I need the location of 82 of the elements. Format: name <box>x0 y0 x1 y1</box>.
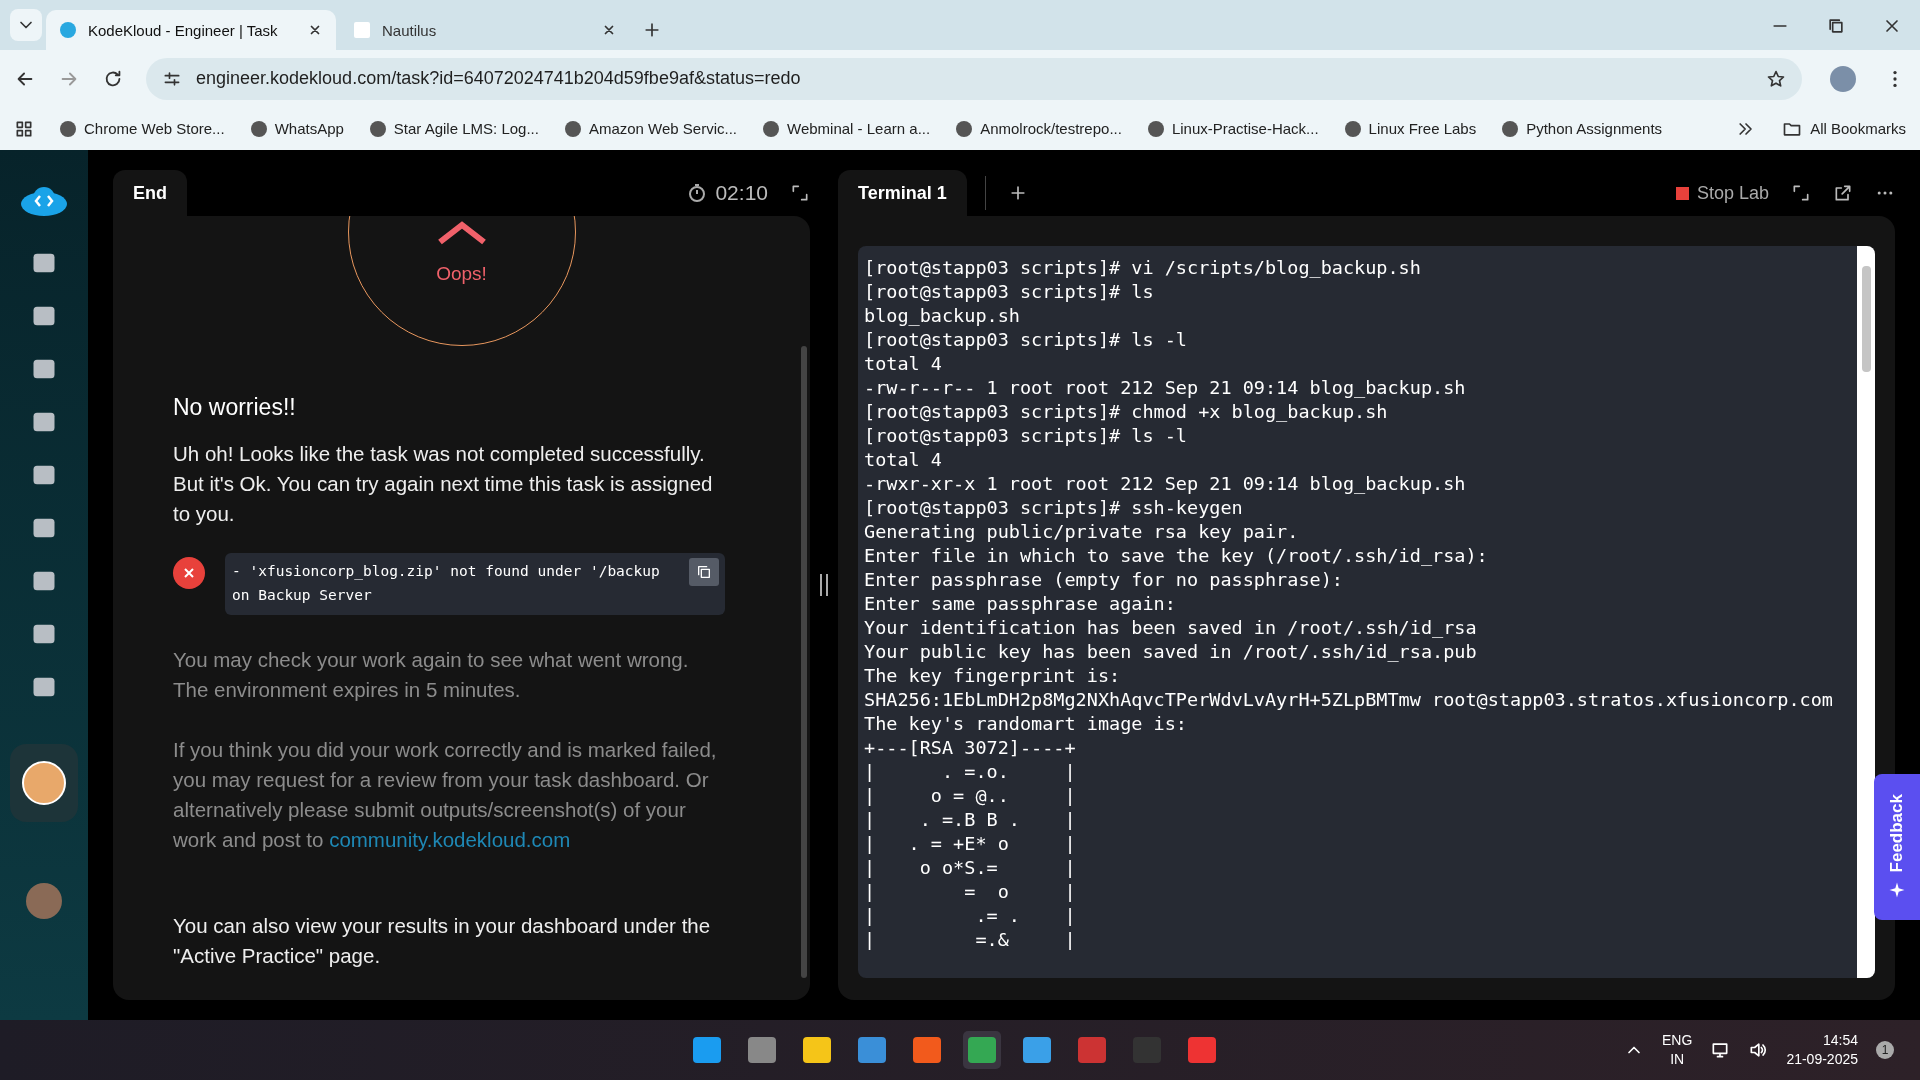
terminal-line: [root@stapp03 scripts]# vi /scripts/blog_backup.sh <box>864 256 1422 280</box>
resize-handle[interactable] <box>820 574 828 596</box>
notification-badge[interactable]: 1 <box>1876 1041 1894 1059</box>
terminal-line: | =.& | <box>864 928 1077 952</box>
close-tab-icon[interactable] <box>602 23 616 37</box>
all-bookmarks-link[interactable]: All Bookmarks <box>1782 118 1906 139</box>
bookmark-link[interactable]: Amazon Web Servic... <box>564 120 738 137</box>
community-link[interactable]: community.kodekloud.com <box>329 828 571 851</box>
bookmark-link[interactable]: WhatsApp <box>250 120 344 137</box>
tab-search-button[interactable] <box>10 9 42 41</box>
bookmark-link[interactable]: Chrome Web Store... <box>60 120 225 137</box>
profile-avatar[interactable] <box>1830 65 1856 92</box>
terminal-line: | . =.B B . | <box>864 808 1077 832</box>
avatar-circle[interactable] <box>22 761 66 805</box>
error-icon <box>173 557 205 589</box>
terminal-line: | .= . | <box>864 904 1077 928</box>
restore-icon[interactable] <box>1826 16 1846 36</box>
terminal-line: | . =.o. | <box>864 760 1077 784</box>
bookmark-link[interactable]: Linux Free Labs <box>1344 120 1477 137</box>
status-text: Oops! <box>436 263 487 285</box>
review-note: If you think you did your work correctly and is marked failed, you may request for a review from your task dashboard. Or alternatively please submit outputs/screenshot(s) of your work and post to community.kodekloud.com <box>173 737 718 853</box>
terminal-output[interactable] <box>858 246 1875 978</box>
language-indicator[interactable]: ENG IN <box>1662 1031 1693 1069</box>
bookmark-link[interactable]: Webminal - Learn a... <box>763 120 931 137</box>
terminal-tab[interactable]: Terminal 1 <box>838 170 967 216</box>
terminal-line: blog_backup.sh <box>864 304 1021 328</box>
terminal-line: | o = @.. | <box>864 784 1077 808</box>
terminal-line: [root@stapp03 scripts]# ssh-keygen <box>864 496 1244 520</box>
bookmark-link[interactable]: Linux-Practise-Hack... <box>1147 120 1319 137</box>
terminal-line: total 4 <box>864 352 943 376</box>
terminal-line: The key fingerprint is: <box>864 664 1122 688</box>
terminal-line: total 4 <box>864 448 943 472</box>
timer-text: 02:10 <box>715 181 768 205</box>
copy-button[interactable] <box>689 558 719 586</box>
results-note: You can also view your results in your dashboard under the "Active Practice" page. <box>173 913 712 969</box>
terminal-line: | . = +E* o | <box>864 832 1077 856</box>
terminal-line: -rwxr-xr-x 1 root root 212 Sep 21 09:14 blog_backup.sh <box>864 472 1467 496</box>
user-avatar[interactable] <box>26 883 62 919</box>
terminal-line: | o o*S.= | <box>864 856 1077 880</box>
terminal-line: Enter passphrase (empty for no passphrase): <box>864 568 1344 592</box>
terminal-line: [root@stapp03 scripts]# chmod +x blog_backup.sh <box>864 400 1389 424</box>
terminal-line: SHA256:1EbLmDH2p8Mg2NXhAqvcTPerWdvLvAyrH+5ZLpBMTmw root@stapp03.stratos.xfusioncorp.com <box>864 688 1834 712</box>
error-output: - 'xfusioncorp_blog.zip' not found under '/backup on Backup Server <box>225 553 725 615</box>
panel-tab[interactable]: End <box>113 170 187 216</box>
browser-tab[interactable]: Nautilus <box>340 10 630 50</box>
bookmark-link[interactable]: Python Assignments <box>1502 120 1663 137</box>
browser-tab[interactable]: KodeKloud - Engineer | Task <box>46 10 336 50</box>
terminal-line: | = o | <box>864 880 1077 904</box>
expand-icon[interactable] <box>790 183 810 203</box>
external-link-icon[interactable] <box>1833 183 1853 203</box>
terminal-line: -rw-r--r-- 1 root root 212 Sep 21 09:14 blog_backup.sh <box>864 376 1467 400</box>
close-tab-icon[interactable] <box>308 23 322 37</box>
scrollbar[interactable] <box>1857 246 1875 978</box>
result-message: Uh oh! Looks like the task was not completed successfully. But it's Ok. You can try again next time this task is assigned to you. <box>173 441 714 527</box>
terminal-line: Enter file in which to save the key (/root/.ssh/id_rsa): <box>864 544 1489 568</box>
expand-icon[interactable] <box>1791 183 1811 203</box>
bookmark-link[interactable]: Anmolrock/testrepo... <box>956 120 1122 137</box>
network-icon[interactable] <box>1710 1040 1731 1060</box>
terminal-line: Generating public/private rsa key pair. <box>864 520 1300 544</box>
terminal-line: The key's randomart image is: <box>864 712 1188 736</box>
stop-lab-button[interactable]: Stop Lab <box>1675 182 1769 204</box>
feedback-button[interactable]: Feedback <box>1874 774 1920 920</box>
terminal-line: [root@stapp03 scripts]# ls -l <box>864 328 1188 352</box>
terminal-line: Enter same passphrase again: <box>864 592 1177 616</box>
terminal-line: Your identification has been saved in /root/.ssh/id_rsa <box>864 616 1478 640</box>
terminal-line: +---[RSA 3072]----+ <box>864 736 1077 760</box>
terminal-line: [root@stapp03 scripts]# ls <box>864 280 1155 304</box>
tab-favicon-icon <box>60 22 76 38</box>
clock[interactable]: 14:54 21-09-2025 <box>1786 1031 1858 1069</box>
bookmark-link[interactable]: Star Agile LMS: Log... <box>369 120 539 137</box>
bookmark-star-icon[interactable] <box>1766 68 1786 89</box>
result-heading: No worries!! <box>173 394 297 421</box>
stopwatch-icon <box>687 183 708 203</box>
chevron-icon <box>436 221 487 245</box>
volume-icon[interactable] <box>1748 1040 1769 1060</box>
terminal-line: [root@stapp03 scripts]# ls -l <box>864 424 1188 448</box>
check-note: You may check your work again to see what went wrong. The environment expires in 5 minutes. <box>173 647 690 703</box>
cloud-logo-icon[interactable] <box>19 184 69 218</box>
terminal-line: Your public key has been saved in /root/.ssh/id_rsa.pub <box>864 640 1478 664</box>
address-bar[interactable]: engineer.kodekloud.com/task?id=64072024741b204d59fbe9af&status=redo <box>146 57 1802 100</box>
tab-favicon-icon <box>354 22 370 38</box>
copy-icon <box>696 564 712 580</box>
